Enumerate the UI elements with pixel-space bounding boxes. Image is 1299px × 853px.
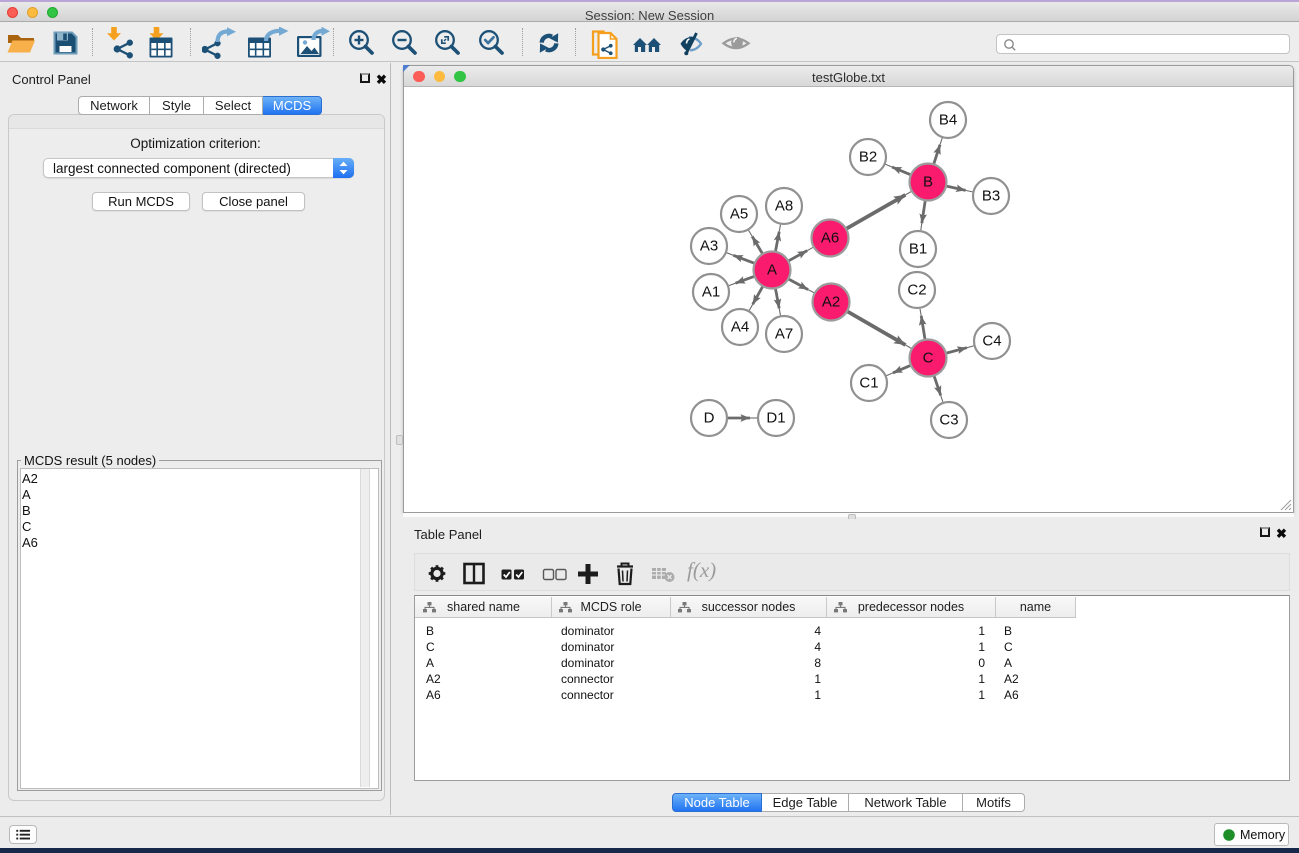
svg-text:D1: D1: [766, 410, 785, 427]
svg-text:B3: B3: [982, 188, 1000, 205]
svg-text:B2: B2: [859, 149, 877, 166]
svg-text:A5: A5: [730, 206, 748, 223]
svg-text:C4: C4: [982, 333, 1001, 350]
svg-text:C: C: [923, 350, 934, 367]
svg-text:B1: B1: [909, 241, 927, 258]
svg-text:A3: A3: [700, 238, 718, 255]
svg-text:A1: A1: [702, 284, 720, 301]
svg-text:A4: A4: [731, 319, 749, 336]
svg-text:A7: A7: [775, 326, 793, 343]
svg-text:D: D: [704, 410, 715, 427]
svg-text:A: A: [767, 262, 777, 279]
svg-text:B: B: [923, 174, 933, 191]
svg-text:A8: A8: [775, 198, 793, 215]
svg-text:A2: A2: [822, 294, 840, 311]
svg-text:C2: C2: [907, 282, 926, 299]
svg-text:A6: A6: [821, 230, 839, 247]
svg-text:B4: B4: [939, 112, 957, 129]
svg-text:C1: C1: [859, 375, 878, 392]
svg-text:C3: C3: [939, 412, 958, 429]
